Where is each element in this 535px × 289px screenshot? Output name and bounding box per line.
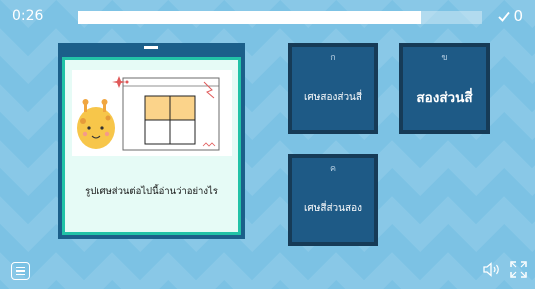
card-handle [144,46,158,49]
answer-letter: ค [329,164,337,174]
speaker-icon[interactable] [483,262,501,277]
answer-option-1[interactable]: ก เศษสองส่วนสี่ [288,43,378,134]
score-value: 0 [513,7,523,25]
progress-fill [78,11,422,24]
answer-option-2[interactable]: ข สองส่วนสี่ [399,43,490,134]
fullscreen-icon[interactable] [510,261,527,278]
answer-letter: ก [330,53,336,63]
answer-text: สองส่วนสี่ [416,90,473,106]
answer-text: เศษสี่ส่วนสอง [303,203,362,214]
timer: 0:26 [12,8,44,24]
progress-bar [78,11,482,24]
question-card: รูปเศษส่วนต่อไปนี้อ่านว่าอย่างไร [58,43,245,239]
giraffe-fraction-grid-illustration [71,70,232,156]
question-card-inner: รูปเศษส่วนต่อไปนี้อ่านว่าอย่างไร [62,57,241,235]
answer-letter: ข [441,53,448,63]
answer-text: เศษสองส่วนสี่ [303,91,362,103]
answer-option-3[interactable]: ค เศษสี่ส่วนสอง [288,154,378,246]
score-display: 0 [498,7,523,25]
check-icon [498,11,511,22]
game-stage: 0:26 0 รูปเศษส่วนต่อไปนี้อ่านว่าอย่างไร … [0,0,535,289]
question-text: รูปเศษส่วนต่อไปนี้อ่านว่าอย่างไร [85,186,218,197]
menu-icon[interactable] [11,262,30,280]
